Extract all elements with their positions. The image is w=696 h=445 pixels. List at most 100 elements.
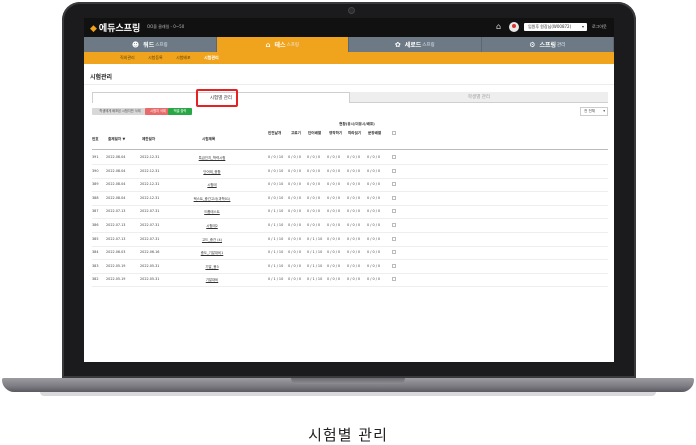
- row-checkbox[interactable]: [392, 182, 396, 187]
- row-c3: 0 / 0 / 0: [307, 182, 321, 187]
- subnav-item-current[interactable]: 시험관리: [204, 52, 219, 64]
- row-c6: 0 / 0 / 0: [367, 155, 381, 159]
- table-row[interactable]: 390 2022.08.04 2022.12.31 단어테_종합 0 / 0 / 10 0…: [92, 165, 608, 179]
- row-title[interactable]: 중도_기말대비1: [182, 250, 242, 255]
- nav-item-spring-admin[interactable]: ⚙ 스프링 관리: [482, 37, 614, 52]
- row-checkbox[interactable]: [392, 155, 396, 159]
- row-c1: 0 / 0 / 10: [268, 168, 284, 173]
- nav-serod-icon: ✿: [394, 40, 401, 49]
- select-all-checkbox[interactable]: [392, 131, 396, 135]
- subnav-item[interactable]: 시험배포: [176, 52, 191, 64]
- subnav-item[interactable]: 직외관리: [120, 52, 135, 64]
- row-c2: 0 / 0 / 0: [288, 168, 302, 173]
- nav-word-icon: ☻: [131, 40, 140, 49]
- row-c5: 0 / 0 / 0: [347, 195, 361, 200]
- row-title[interactable]: 기말대비: [182, 277, 242, 282]
- row-checkbox[interactable]: [392, 168, 396, 173]
- excel-export-button[interactable]: 엑셀 출력: [168, 108, 192, 115]
- row-date: 2022.07.13: [106, 223, 126, 227]
- row-number: 383: [92, 263, 99, 268]
- row-title[interactable]: 시험테2: [182, 223, 242, 228]
- nav-item-test[interactable]: ⌂ 테스 스프링: [216, 37, 349, 52]
- table-row[interactable]: 383 2022.05.19 2022.05.31 기말_봉3 0 / 1 / 10 0 …: [92, 260, 608, 274]
- col-c4: 영작하기: [329, 131, 343, 135]
- welcome-text: OO을 클래일 - 0~50: [147, 24, 185, 29]
- highlight-box: [196, 89, 238, 107]
- laptop-shadow: [40, 392, 656, 396]
- row-number: 382: [92, 277, 99, 282]
- nav-item-serod[interactable]: ✿ 세로드 스프링: [349, 37, 482, 52]
- row-limit: 2022.07.31: [140, 209, 160, 214]
- user-select[interactable]: 임원후 원장님(W00872) ▾: [524, 23, 587, 31]
- row-c5: 0 / 0 / 0: [347, 236, 361, 241]
- avatar[interactable]: [509, 22, 519, 32]
- table-row[interactable]: 385 2022.07.13 2022.07.31 고드_중간 (4) 0 / 1 / …: [92, 233, 608, 247]
- col-date[interactable]: 출제일자 ▼: [108, 137, 125, 142]
- row-c4: 0 / 0 / 0: [327, 155, 341, 159]
- table-row[interactable]: 387 2022.07.13 2022.07.31 드롭테스트 0 / 1 / 10 0 …: [92, 205, 608, 220]
- row-title[interactable]: 특급인지_학력시험: [182, 155, 242, 160]
- row-c5: 0 / 0 / 0: [347, 277, 361, 282]
- row-number: 390: [92, 168, 99, 173]
- row-c6: 0 / 0 / 0: [367, 223, 381, 227]
- row-limit: 2022.12.31: [140, 195, 160, 200]
- logo[interactable]: ◆ 에듀스프링: [90, 21, 140, 34]
- table-row[interactable]: 386 2022.07.13 2022.07.31 시험테2 0 / 1 / 10 0 /…: [92, 219, 608, 233]
- row-title[interactable]: 단어테_종합: [182, 169, 242, 174]
- row-date: 2022.05.19: [106, 263, 126, 268]
- table-row[interactable]: 389 2022.08.04 2022.12.31 시험테 0 / 0 / 10 0 / …: [92, 178, 608, 193]
- row-c1: 0 / 1 / 10: [268, 250, 284, 255]
- tab-student-manage[interactable]: 학생별 관리: [350, 92, 608, 103]
- delete-distributed-button[interactable]: 학생에게 배포된 시험지만 삭제: [92, 108, 148, 115]
- row-limit: 2022.05.31: [140, 263, 160, 268]
- row-checkbox[interactable]: [392, 223, 396, 227]
- filter-select[interactable]: 전 전체 ▾: [580, 107, 608, 116]
- row-c6: 0 / 0 / 0: [367, 182, 381, 187]
- subnav-item[interactable]: 시험등록: [148, 52, 163, 64]
- table-row[interactable]: 388 2022.08.04 2022.12.31 텍스트_중간고사(과학01) 0 /…: [92, 192, 608, 206]
- row-c4: 0 / 0 / 0: [327, 209, 341, 214]
- divider: [84, 84, 614, 85]
- row-c3: 0 / 0 / 0: [307, 223, 321, 227]
- user-select-value: 임원후 원장님(W00872): [528, 24, 572, 29]
- row-c2: 0 / 0 / 0: [288, 195, 302, 200]
- row-c3: 0 / 0 / 0: [307, 155, 321, 159]
- table-row[interactable]: 382 2022.05.19 2022.05.31 기말대비 0 / 1 / 10 0 /…: [92, 273, 608, 288]
- row-title[interactable]: 드롭테스트: [182, 209, 242, 214]
- table-row[interactable]: 391 2022.08.04 2022.12.31 특급인지_학력시험 0 / 0 / …: [92, 151, 608, 165]
- row-c5: 0 / 0 / 0: [347, 182, 361, 187]
- row-title[interactable]: 고드_중간 (4): [182, 237, 242, 242]
- row-date: 2022.08.04: [106, 168, 126, 173]
- table-row[interactable]: 384 2022.06.03 2022.06.16 중도_기말대비1 0 / 1 / 1…: [92, 246, 608, 261]
- top-bar: ◆ 에듀스프링 OO을 클래일 - 0~50 ⌂ 임원후 원장님(W00872) ▾…: [84, 18, 614, 37]
- row-c5: 0 / 0 / 0: [347, 250, 361, 255]
- row-checkbox[interactable]: [392, 250, 396, 255]
- row-title[interactable]: 텍스트_중간고사(과학01): [182, 196, 242, 201]
- row-c6: 0 / 0 / 0: [367, 277, 381, 282]
- row-date: 2022.05.19: [106, 277, 126, 282]
- nav-item-word[interactable]: ☻ 워드 스프링: [84, 37, 217, 52]
- row-c4: 0 / 0 / 0: [327, 168, 341, 173]
- row-c4: 0 / 0 / 0: [327, 195, 341, 200]
- row-c4: 0 / 0 / 0: [327, 182, 341, 187]
- row-date: 2022.07.13: [106, 209, 126, 214]
- row-c3: 0 / 0 / 0: [307, 168, 321, 173]
- row-checkbox[interactable]: [392, 195, 396, 200]
- row-checkbox[interactable]: [392, 277, 396, 282]
- logout-link[interactable]: 로그아웃: [592, 24, 607, 30]
- row-c1: 0 / 1 / 10: [268, 277, 284, 282]
- row-c3: 0 / 0 / 0: [307, 195, 321, 200]
- row-checkbox[interactable]: [392, 209, 396, 214]
- row-checkbox[interactable]: [392, 236, 396, 241]
- row-number: 384: [92, 250, 99, 255]
- nav-sub: 스프링: [286, 42, 299, 48]
- gear-icon: ⚙: [529, 40, 536, 49]
- nav-sub: 스프링: [422, 42, 435, 48]
- col-no[interactable]: 번호: [92, 137, 99, 142]
- row-title[interactable]: 시험테: [182, 182, 242, 187]
- row-title[interactable]: 기말_봉3: [182, 264, 242, 269]
- row-checkbox[interactable]: [392, 263, 396, 268]
- filter-select-value: 전 전체: [584, 109, 596, 113]
- row-c5: 0 / 0 / 0: [347, 263, 361, 268]
- home-icon[interactable]: ⌂: [496, 22, 506, 32]
